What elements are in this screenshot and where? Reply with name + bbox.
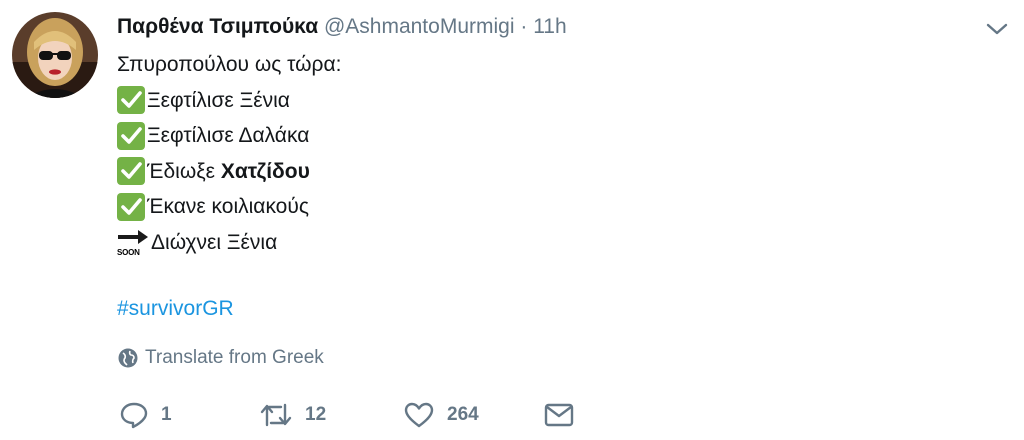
tweet-line-text: Ξεφτίλισε Δαλάκα — [147, 124, 310, 147]
check-mark-icon — [117, 157, 145, 186]
tweet-line: Ξεφτίλισε Δαλάκα — [117, 118, 341, 154]
tweet-header: Παρθένα Τσιμπούκα @AshmantoMurmigi · 11h — [117, 12, 567, 42]
more-options-chevron-icon[interactable] — [984, 18, 1010, 40]
tweet-timestamp[interactable]: 11h — [533, 15, 566, 38]
author-handle[interactable]: @AshmantoMurmigi — [324, 15, 515, 38]
check-mark-icon — [117, 86, 145, 115]
retweet-icon — [260, 403, 292, 427]
translate-label: Translate from Greek — [145, 347, 324, 368]
tweet-line-bold-text: Χατζίδου — [220, 159, 310, 183]
envelope-icon — [544, 403, 574, 427]
retweet-button[interactable]: 12 — [259, 396, 326, 434]
heart-icon — [404, 402, 434, 428]
translate-link[interactable]: Translate from Greek — [117, 343, 324, 373]
direct-message-button[interactable] — [543, 396, 575, 434]
tweet-line-text: Έδιωξε — [147, 159, 221, 183]
tweet-line-intro: Σπυροπούλου ως τώρα: — [117, 47, 341, 83]
reply-button[interactable]: 1 — [119, 396, 172, 434]
tweet-line-text: Διώχνει Ξένια — [151, 230, 278, 254]
tweet-text: Σπυροπούλου ως τώρα: Ξεφτίλισε Ξένια Ξεφ… — [117, 47, 341, 260]
tweet-line: Ξεφτίλισε Ξένια — [117, 83, 341, 119]
retweet-count: 12 — [305, 404, 327, 425]
reply-icon — [120, 402, 148, 429]
reply-count: 1 — [161, 404, 172, 425]
globe-icon — [118, 348, 138, 368]
tweet-line: Έδιωξε Χατζίδου — [117, 154, 341, 190]
tweet-line-text: Έκανε κοιλιακούς — [147, 195, 309, 218]
separator-dot: · — [520, 15, 528, 38]
check-mark-icon — [117, 192, 145, 221]
author-name[interactable]: Παρθένα Τσιμπούκα — [117, 15, 318, 38]
soon-label: SOON — [117, 248, 140, 258]
tweet-line-text: Σπυροπούλου ως τώρα: — [117, 53, 342, 76]
soon-arrow-icon: SOON — [117, 227, 149, 257]
like-count: 264 — [447, 404, 479, 425]
tweet-line: Έκανε κοιλιακούς — [117, 189, 341, 225]
tweet-line-text: Ξεφτίλισε Ξένια — [147, 88, 290, 112]
tweet-line: SOON Διώχνει Ξένια — [117, 225, 341, 261]
like-button[interactable]: 264 — [403, 396, 479, 434]
avatar[interactable] — [12, 12, 98, 98]
hashtag-link[interactable]: #survivorGR — [117, 294, 234, 324]
check-mark-icon — [117, 121, 145, 150]
